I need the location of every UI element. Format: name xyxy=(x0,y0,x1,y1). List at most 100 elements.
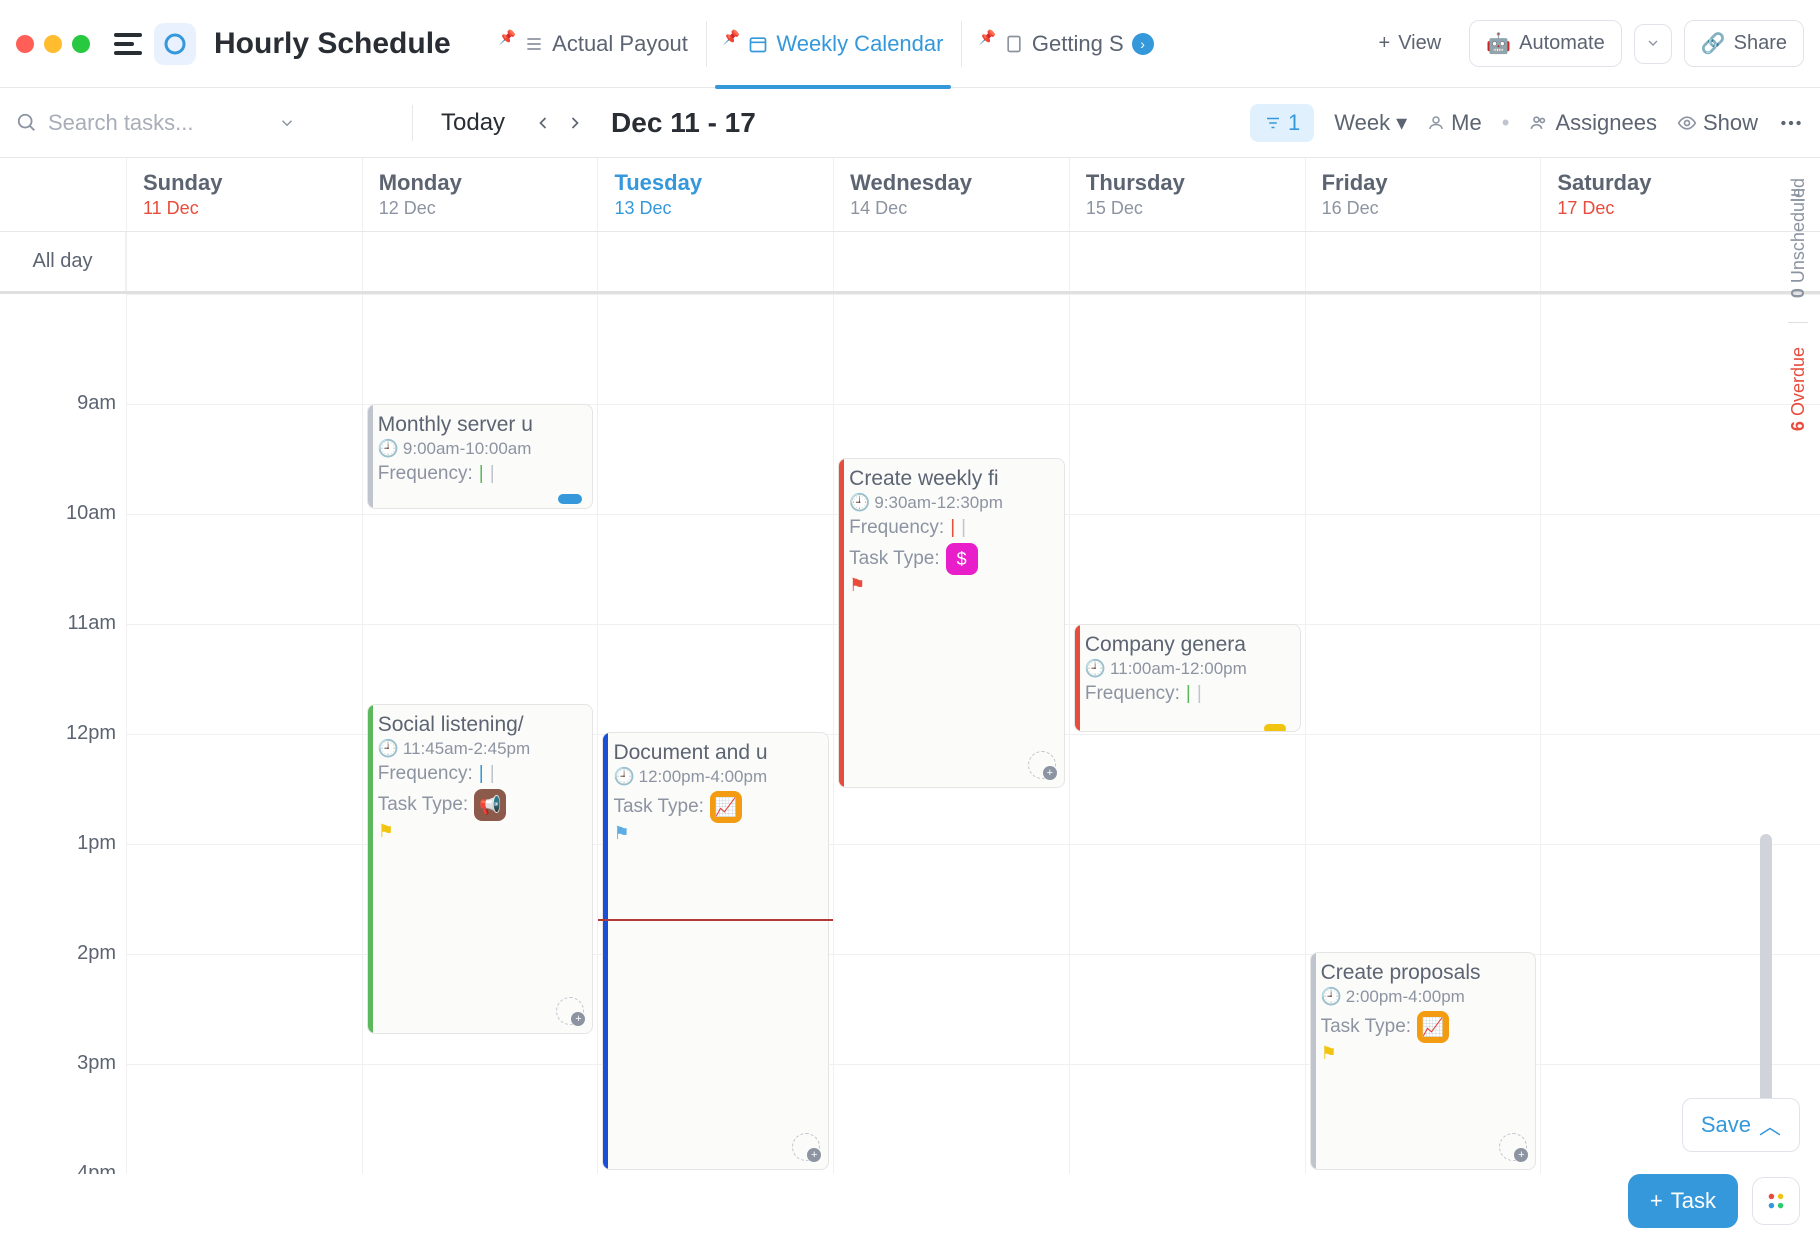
plus-icon: + xyxy=(1379,32,1391,55)
assignee-add[interactable] xyxy=(556,997,584,1025)
maximize-window-icon[interactable] xyxy=(72,35,90,53)
hour-label: 11am xyxy=(67,612,116,634)
share-button[interactable]: 🔗 Share xyxy=(1684,20,1804,67)
minimize-window-icon[interactable] xyxy=(44,35,62,53)
tab-actual-payout[interactable]: 📌 Actual Payout xyxy=(483,21,704,67)
now-line xyxy=(598,919,833,921)
search-input[interactable] xyxy=(48,110,268,136)
share-icon: 🔗 xyxy=(1701,31,1726,56)
filter-chip[interactable]: 1 xyxy=(1250,104,1314,142)
apps-button[interactable] xyxy=(1752,1177,1800,1225)
col-friday: Create proposals 🕘2:00pm-4:00pm Task Typ… xyxy=(1305,294,1541,1174)
me-label: Me xyxy=(1451,110,1482,136)
automate-dropdown[interactable] xyxy=(1634,24,1672,64)
hour-label: 2pm xyxy=(77,942,116,964)
day-header[interactable]: Saturday17 Dec xyxy=(1540,158,1776,231)
day-header[interactable]: Wednesday14 Dec xyxy=(833,158,1069,231)
prev-week-button[interactable] xyxy=(533,113,553,133)
automate-button[interactable]: 🤖 Automate xyxy=(1469,20,1622,67)
show-toggle[interactable]: Show xyxy=(1677,110,1758,136)
page-title: Hourly Schedule xyxy=(214,27,451,61)
chart-icon: 📈 xyxy=(1417,1011,1449,1043)
day-columns[interactable]: Monthly server u 🕘9:00am-10:00am Frequen… xyxy=(126,294,1776,1174)
flag-icon: ⚑ xyxy=(378,821,583,842)
filter-icon xyxy=(1264,114,1282,132)
tab-label: Getting S xyxy=(1032,31,1124,57)
hour-label: 9am xyxy=(77,392,116,414)
pin-icon: 📌 xyxy=(499,29,516,46)
search-wrap xyxy=(16,110,396,136)
close-window-icon[interactable] xyxy=(16,35,34,53)
caret-down-icon: ▾ xyxy=(1396,110,1407,136)
day-header[interactable]: Monday12 Dec xyxy=(362,158,598,231)
col-monday: Monthly server u 🕘9:00am-10:00am Frequen… xyxy=(362,294,598,1174)
assignees-toggle[interactable]: Assignees xyxy=(1529,110,1657,136)
view-label: View xyxy=(1398,32,1441,55)
megaphone-icon: 📢 xyxy=(474,789,506,821)
chevron-up-icon: ︿ xyxy=(1759,1109,1781,1141)
tab-getting-started[interactable]: 📌 Getting S › xyxy=(961,21,1169,67)
col-thursday: Company genera 🕘11:00am-12:00pm Frequenc… xyxy=(1069,294,1305,1174)
scrollbar[interactable] xyxy=(1760,834,1772,1114)
share-label: Share xyxy=(1734,32,1787,55)
arrow-right-icon[interactable]: › xyxy=(1132,33,1154,55)
me-toggle[interactable]: Me xyxy=(1427,110,1482,136)
add-view-button[interactable]: + View xyxy=(1363,22,1458,65)
grid-icon xyxy=(1765,1190,1787,1212)
assignee-add[interactable] xyxy=(792,1133,820,1161)
clock-icon: 🕘 xyxy=(378,739,399,759)
day-header-row: Sunday11 DecMonday12 DecTuesday13 DecWed… xyxy=(0,158,1820,232)
chevron-down-icon[interactable] xyxy=(278,114,296,132)
today-button[interactable]: Today xyxy=(429,103,517,143)
person-icon xyxy=(1427,114,1445,132)
pin-icon: 📌 xyxy=(978,29,995,46)
allday-label: All day xyxy=(0,232,126,291)
tab-label: Weekly Calendar xyxy=(776,31,943,57)
automate-label: Automate xyxy=(1519,32,1605,55)
date-range: Dec 11 - 17 xyxy=(611,107,756,139)
floating-actions: + Task xyxy=(1628,1174,1800,1228)
assignee-add[interactable] xyxy=(1028,751,1056,779)
save-button[interactable]: Save ︿ xyxy=(1682,1098,1800,1152)
calendar-grid: 9am 10am 11am 12pm 1pm 2pm 3pm 4pm Month… xyxy=(0,294,1820,1174)
day-header[interactable]: Tuesday13 Dec xyxy=(597,158,833,231)
event-create-proposals[interactable]: Create proposals 🕘2:00pm-4:00pm Task Typ… xyxy=(1310,952,1537,1170)
event-social-listening[interactable]: Social listening/ 🕘11:45am-2:45pm Freque… xyxy=(367,704,594,1034)
day-header[interactable]: Friday16 Dec xyxy=(1305,158,1541,231)
week-label: Week xyxy=(1334,110,1390,136)
doc-icon xyxy=(1004,34,1024,54)
overdue-pill[interactable]: 6 Overdue xyxy=(1788,347,1809,431)
tab-label: Actual Payout xyxy=(552,31,688,57)
hamburger-icon[interactable] xyxy=(114,33,142,55)
col-sunday xyxy=(126,294,362,1174)
allday-cells[interactable] xyxy=(126,232,1776,291)
flag-icon: ⚑ xyxy=(613,823,818,844)
eye-icon xyxy=(1677,113,1697,133)
toolbar-right: 1 Week ▾ Me • Assignees Show xyxy=(1250,104,1804,142)
people-icon xyxy=(1529,113,1549,133)
col-saturday xyxy=(1540,294,1776,1174)
folder-icon[interactable] xyxy=(154,23,196,65)
window-controls xyxy=(16,35,90,53)
event-create-weekly[interactable]: Create weekly fi 🕘9:30am-12:30pm Frequen… xyxy=(838,458,1065,788)
col-tuesday: Document and u 🕘12:00pm-4:00pm Task Type… xyxy=(597,294,833,1174)
event-monthly-server[interactable]: Monthly server u 🕘9:00am-10:00am Frequen… xyxy=(367,404,594,509)
week-dropdown[interactable]: Week ▾ xyxy=(1334,110,1407,136)
assignee-add[interactable] xyxy=(1499,1133,1527,1161)
right-rail: 0 Unscheduled 6 Overdue xyxy=(1776,158,1820,431)
next-week-button[interactable] xyxy=(565,113,585,133)
more-icon[interactable] xyxy=(1778,110,1804,136)
dollar-icon: $ xyxy=(946,543,978,575)
chevron-down-icon xyxy=(1645,35,1661,51)
progress-indicator xyxy=(558,494,582,504)
tab-weekly-calendar[interactable]: 📌 Weekly Calendar xyxy=(706,21,960,67)
unscheduled-pill[interactable]: 0 Unscheduled xyxy=(1788,178,1809,298)
event-document[interactable]: Document and u 🕘12:00pm-4:00pm Task Type… xyxy=(602,732,829,1170)
event-company-general[interactable]: Company genera 🕘11:00am-12:00pm Frequenc… xyxy=(1074,624,1301,732)
view-tabs: 📌 Actual Payout 📌 Weekly Calendar 📌 Gett… xyxy=(483,21,1170,67)
day-header[interactable]: Thursday15 Dec xyxy=(1069,158,1305,231)
day-header[interactable]: Sunday11 Dec xyxy=(126,158,362,231)
new-task-button[interactable]: + Task xyxy=(1628,1174,1738,1228)
robot-icon: 🤖 xyxy=(1486,31,1511,56)
calendar-icon xyxy=(748,34,768,54)
